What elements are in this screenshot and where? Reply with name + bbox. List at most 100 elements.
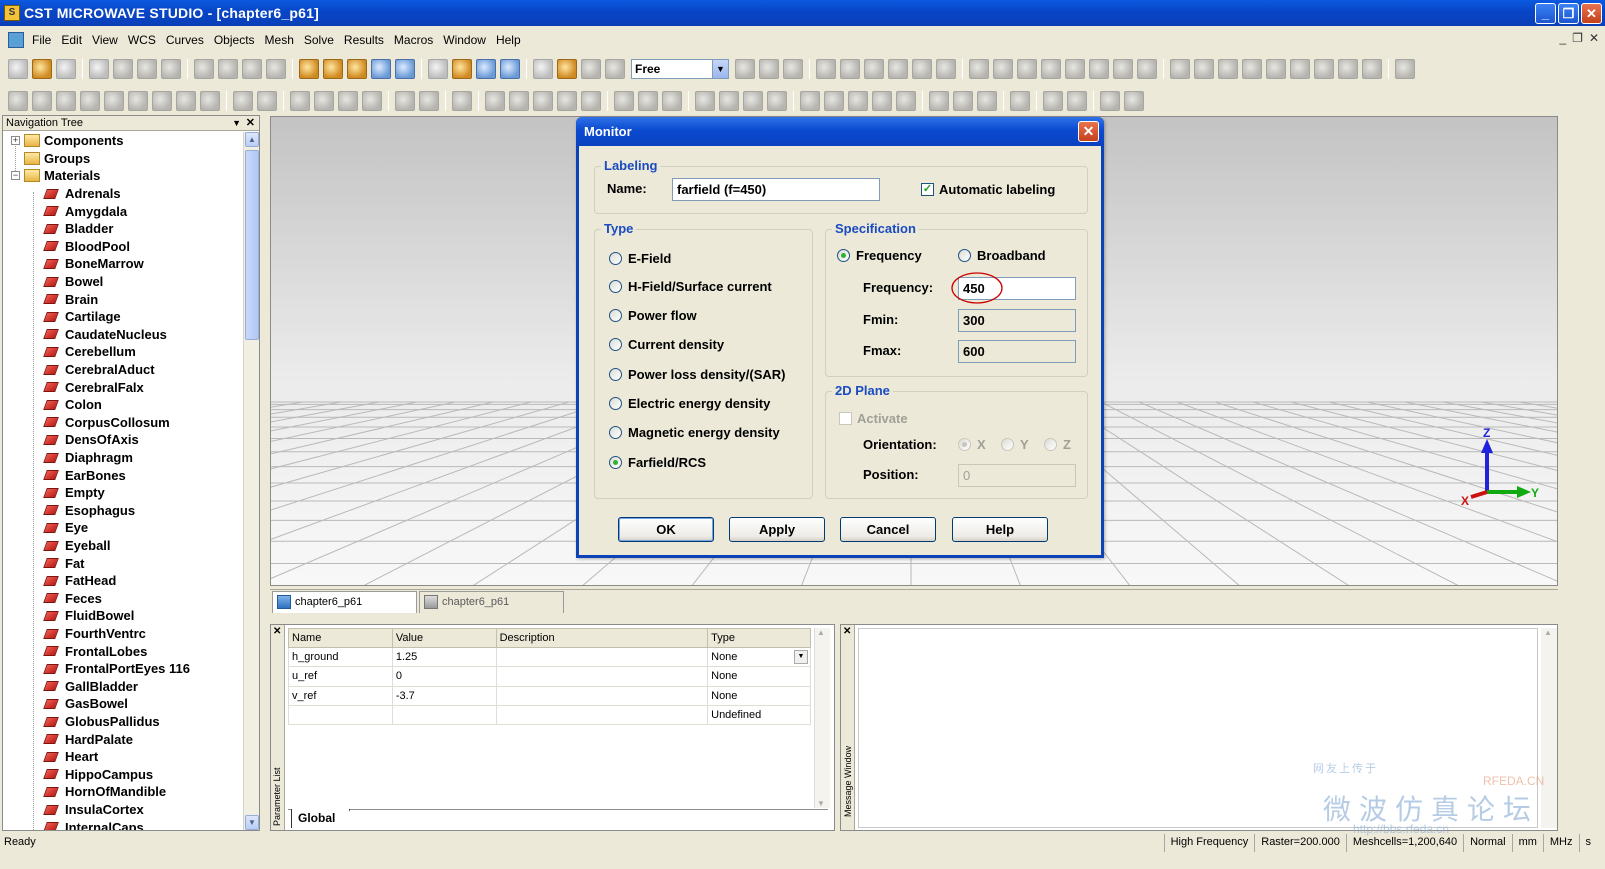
menu-curves[interactable]: Curves <box>161 30 209 50</box>
background-icon[interactable] <box>557 90 577 111</box>
macro-record-icon[interactable] <box>1067 90 1087 111</box>
menu-file[interactable]: File <box>27 30 56 50</box>
tree-item-material[interactable]: Adrenals <box>43 185 121 203</box>
pick-edge-icon[interactable] <box>840 58 860 79</box>
pick-center-icon[interactable] <box>395 90 415 111</box>
pick-point-icon[interactable] <box>816 58 836 79</box>
param-value-cell[interactable]: -3.7 <box>391 685 497 706</box>
chevron-down-icon[interactable]: ▼ <box>794 650 808 664</box>
scroll-down-icon[interactable]: ▼ <box>245 815 259 830</box>
type-magnetic-energy-radio[interactable]: Magnetic energy density <box>609 425 780 440</box>
extrude-icon[interactable] <box>888 58 908 79</box>
frequency-solver-icon[interactable] <box>638 90 658 111</box>
tree-item-material[interactable]: CaudateNucleus <box>43 326 167 344</box>
shading-icon[interactable] <box>605 58 625 79</box>
extrude-curve-icon[interactable] <box>128 90 148 111</box>
column-header-type[interactable]: Type <box>707 628 811 648</box>
template-icon[interactable] <box>1100 90 1120 111</box>
apply-button[interactable]: Apply <box>729 517 825 542</box>
print-icon[interactable] <box>89 58 109 79</box>
discrete-port-icon[interactable] <box>1266 58 1286 79</box>
tree-item-material[interactable]: Cartilage <box>43 308 121 326</box>
loft-icon[interactable] <box>936 58 956 79</box>
circle-icon[interactable] <box>1017 58 1037 79</box>
blend-icon[interactable] <box>1194 58 1214 79</box>
tree-item-material[interactable]: Eye <box>43 519 88 537</box>
collapse-icon[interactable]: − <box>11 171 20 181</box>
expand-icon[interactable]: + <box>11 136 20 146</box>
ok-button[interactable]: OK <box>618 517 714 542</box>
mdi-restore-button[interactable]: ❐ <box>1572 31 1583 45</box>
transient-solver-icon[interactable] <box>614 90 634 111</box>
ellipse-icon[interactable] <box>1041 58 1061 79</box>
tree-item-material[interactable]: Colon <box>43 396 102 414</box>
tree-item-material[interactable]: HornOfMandible <box>43 783 166 801</box>
tree-item-material[interactable]: GlobusPallidus <box>43 713 160 731</box>
tree-item-material[interactable]: HippoCampus <box>43 766 153 784</box>
param-type-cell[interactable]: None <box>707 685 811 706</box>
type-electric-energy-radio[interactable]: Electric energy density <box>609 396 770 411</box>
spin-view-icon[interactable] <box>323 58 343 79</box>
tree-item-material[interactable]: DensOfAxis <box>43 431 139 449</box>
radio-indicator[interactable] <box>609 309 622 322</box>
transform-icon[interactable] <box>1170 58 1190 79</box>
tree-item-material[interactable]: Eyeball <box>43 537 111 555</box>
polygon-icon[interactable] <box>1113 58 1133 79</box>
tree-item-material[interactable]: BloodPool <box>43 238 130 256</box>
tree-item-material[interactable]: GasBowel <box>43 695 128 713</box>
open-file-icon[interactable] <box>32 58 52 79</box>
tree-item-material[interactable]: EarBones <box>43 466 126 484</box>
menu-macros[interactable]: Macros <box>389 30 438 50</box>
scroll-up-icon[interactable]: ▲ <box>245 132 259 147</box>
mesh-adaptive-icon[interactable] <box>743 90 763 111</box>
type-power-flow-radio[interactable]: Power flow <box>609 308 697 323</box>
boolean-add-icon[interactable] <box>735 58 755 79</box>
menu-edit[interactable]: Edit <box>56 30 87 50</box>
frequency-range-icon[interactable] <box>581 90 601 111</box>
type-farfield-rcs-radio[interactable]: Farfield/RCS <box>609 455 706 470</box>
help-button[interactable]: Help <box>952 517 1048 542</box>
table-row[interactable]: v_ref -3.7 None <box>288 685 811 706</box>
column-header-name[interactable]: Name <box>288 628 393 648</box>
loft-curve-icon[interactable] <box>176 90 196 111</box>
tree-item-material[interactable]: Cerebellum <box>43 343 136 361</box>
torus-icon[interactable] <box>104 90 124 111</box>
shell-icon[interactable] <box>233 90 253 111</box>
pick-face-icon[interactable] <box>864 58 884 79</box>
mdi-minimize-button[interactable]: _ <box>1559 31 1566 45</box>
tree-item-material[interactable]: GallBladder <box>43 678 138 696</box>
tab-3d-view[interactable]: chapter6_p61 <box>272 591 417 613</box>
spec-frequency-radio[interactable]: Frequency <box>837 248 922 263</box>
fmax-input[interactable]: 600 <box>958 340 1076 363</box>
rotate-curve-icon[interactable] <box>152 90 172 111</box>
new-file-icon[interactable] <box>8 58 28 79</box>
waveguide-port-icon[interactable] <box>1242 58 1262 79</box>
undo-icon[interactable] <box>194 58 214 79</box>
radio-indicator[interactable] <box>1044 438 1057 451</box>
position-input[interactable]: 0 <box>958 464 1076 487</box>
tree-item-material[interactable]: CerebralFalx <box>43 378 144 396</box>
fit-view-icon[interactable] <box>428 58 448 79</box>
menu-objects[interactable]: Objects <box>209 30 260 50</box>
monitor-icon[interactable] <box>1338 58 1358 79</box>
spec-broadband-radio[interactable]: Broadband <box>958 248 1046 263</box>
fmin-input[interactable]: 300 <box>958 309 1076 332</box>
param-name-cell[interactable]: h_ground <box>288 646 393 668</box>
table-row[interactable]: h_ground 1.25 None ▼ <box>288 646 811 668</box>
draw-circle-icon[interactable] <box>848 90 868 111</box>
radio-indicator[interactable] <box>609 252 622 265</box>
param-type-cell[interactable]: Undefined <box>707 704 811 726</box>
radio-indicator[interactable] <box>609 426 622 439</box>
mdi-close-button[interactable]: ✕ <box>1589 31 1599 45</box>
tab-schematic[interactable]: chapter6_p61 <box>419 591 564 613</box>
cutplane-icon[interactable] <box>581 58 601 79</box>
tree-item-material[interactable]: BoneMarrow <box>43 255 144 273</box>
lumped-element-icon[interactable] <box>1314 58 1334 79</box>
tree-item-material[interactable]: Brain <box>43 290 98 308</box>
mesh-control-icon[interactable] <box>767 90 787 111</box>
tree-item-material[interactable]: FourthVentrc <box>43 625 146 643</box>
column-header-description[interactable]: Description <box>495 628 709 648</box>
wcs-icon[interactable] <box>476 58 496 79</box>
type-e-field-radio[interactable]: E-Field <box>609 251 671 266</box>
move-wcs-icon[interactable] <box>314 90 334 111</box>
